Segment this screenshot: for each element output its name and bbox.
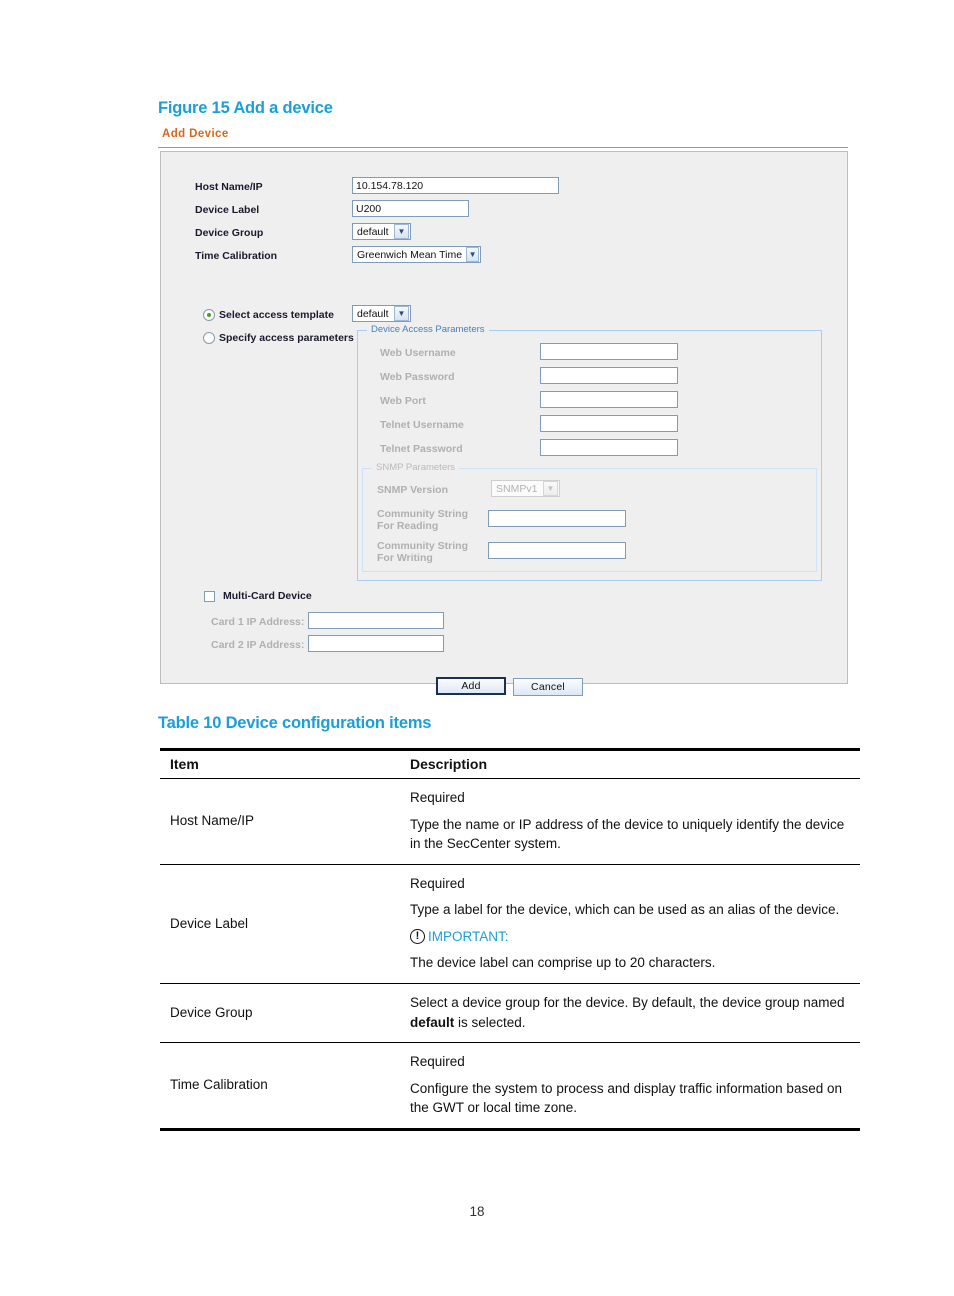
card2-ip-address-label: Card 2 IP Address: (211, 639, 305, 651)
table-caption: Table 10 Device configuration items (158, 714, 432, 732)
web-username-input[interactable] (540, 343, 678, 360)
telnet-username-label: Telnet Username (380, 419, 464, 431)
description-text: Select a device group for the device. By… (410, 993, 850, 1032)
table-row: Time Calibration Required Configure the … (160, 1042, 860, 1131)
add-device-screenshot: Add Device Host Name/IP 10.154.78.120 De… (158, 128, 848, 696)
device-label-input[interactable]: U200 (352, 200, 469, 217)
web-port-label: Web Port (380, 395, 426, 407)
row-item-device-label: Device Label (160, 864, 400, 984)
web-port-input[interactable] (540, 391, 678, 408)
specify-access-parameters-label: Specify access parameters (219, 332, 354, 344)
access-template-value: default (357, 307, 389, 320)
card2-ip-address-input[interactable] (308, 635, 444, 652)
web-password-label: Web Password (380, 371, 455, 383)
important-note: ! IMPORTANT: (410, 927, 850, 947)
device-label-label: Device Label (195, 204, 260, 216)
web-password-input[interactable] (540, 367, 678, 384)
page-number: 18 (469, 1204, 485, 1219)
access-template-select[interactable]: default ▼ (352, 305, 411, 322)
radio-specify-access-parameters[interactable] (203, 332, 215, 344)
figure-caption: Figure 15 Add a device (158, 99, 333, 117)
panel-title: Add Device (162, 128, 229, 140)
table-row: Host Name/IP Required Type the name or I… (160, 778, 860, 865)
host-name-ip-label: Host Name/IP (195, 181, 263, 193)
required-text: Required (410, 875, 465, 891)
time-calibration-select[interactable]: Greenwich Mean Time ▼ (352, 246, 481, 263)
column-header-description: Description (400, 748, 860, 779)
time-calibration-value: Greenwich Mean Time (357, 248, 463, 261)
telnet-username-input[interactable] (540, 415, 678, 432)
radio-select-access-template[interactable] (203, 309, 215, 321)
important-label: IMPORTANT: (428, 928, 509, 944)
cancel-button[interactable]: Cancel (513, 678, 583, 696)
time-calibration-label: Time Calibration (195, 250, 278, 262)
snmp-parameters-legend: SNMP Parameters (372, 462, 460, 473)
community-string-writing-label-line1: Community String (377, 540, 468, 552)
host-name-ip-input[interactable]: 10.154.78.120 (352, 177, 559, 194)
telnet-password-input[interactable] (540, 439, 678, 456)
community-string-reading-label-line1: Community String (377, 508, 468, 520)
description-text: Type the name or IP address of the devic… (410, 816, 845, 852)
chevron-down-icon: ▼ (394, 224, 409, 239)
add-button[interactable]: Add (436, 677, 506, 695)
important-text: The device label can comprise up to 20 c… (410, 955, 716, 971)
chevron-down-icon: ▼ (466, 247, 479, 262)
row-item-host-name-ip: Host Name/IP (160, 778, 400, 865)
community-string-reading-input[interactable] (488, 510, 626, 527)
select-access-template-label: Select access template (219, 309, 334, 321)
device-group-select[interactable]: default ▼ (352, 223, 411, 240)
card1-ip-address-input[interactable] (308, 612, 444, 629)
community-string-reading-label-line2: For Reading (377, 520, 439, 532)
desc-pre: Select a device group for the device. By… (410, 994, 845, 1010)
card1-ip-address-label: Card 1 IP Address: (211, 616, 305, 628)
required-text: Required (410, 1054, 465, 1070)
row-desc-host-name-ip: Required Type the name or IP address of … (400, 778, 860, 865)
community-string-writing-input[interactable] (488, 542, 626, 559)
row-desc-device-label: Required Type a label for the device, wh… (400, 864, 860, 984)
panel-title-rule (158, 147, 848, 148)
table-row: Device Label Required Type a label for t… (160, 864, 860, 984)
web-username-label: Web Username (380, 347, 456, 359)
telnet-password-label: Telnet Password (380, 443, 463, 455)
exclamation-circle-icon: ! (410, 929, 425, 945)
description-text: Configure the system to process and disp… (410, 1080, 842, 1116)
multi-card-device-checkbox[interactable] (204, 591, 215, 602)
desc-bold: default (410, 1014, 455, 1030)
row-desc-time-calibration: Required Configure the system to process… (400, 1042, 860, 1131)
chevron-down-icon: ▼ (394, 306, 409, 321)
device-configuration-table: Item Description Host Name/IP Required T… (160, 748, 860, 1131)
snmp-version-label: SNMP Version (377, 484, 448, 496)
community-string-writing-label-line2: For Writing (377, 552, 433, 564)
snmp-version-value: SNMPv1 (496, 482, 538, 495)
desc-post: is selected. (454, 1014, 526, 1030)
device-access-parameters-fieldset: Device Access Parameters Web Username We… (357, 324, 822, 581)
device-group-label: Device Group (195, 227, 264, 239)
table-row: Device Group Select a device group for t… (160, 983, 860, 1044)
chevron-down-icon: ▼ (543, 481, 558, 496)
table-header-row: Item Description (160, 748, 860, 779)
row-desc-device-group: Select a device group for the device. By… (400, 983, 860, 1044)
snmp-parameters-fieldset: SNMP Parameters SNMP Version SNMPv1 ▼ Co… (362, 462, 817, 572)
column-header-item: Item (160, 748, 400, 779)
device-access-parameters-legend: Device Access Parameters (367, 324, 489, 335)
row-item-time-calibration: Time Calibration (160, 1042, 400, 1131)
device-group-value: default (357, 225, 389, 238)
required-text: Required (410, 790, 465, 805)
multi-card-device-label: Multi-Card Device (223, 590, 312, 602)
row-item-device-group: Device Group (160, 983, 400, 1044)
add-device-form: Host Name/IP 10.154.78.120 Device Label … (160, 151, 848, 696)
description-text: Type a label for the device, which can b… (410, 902, 840, 918)
snmp-version-select[interactable]: SNMPv1 ▼ (491, 480, 560, 497)
